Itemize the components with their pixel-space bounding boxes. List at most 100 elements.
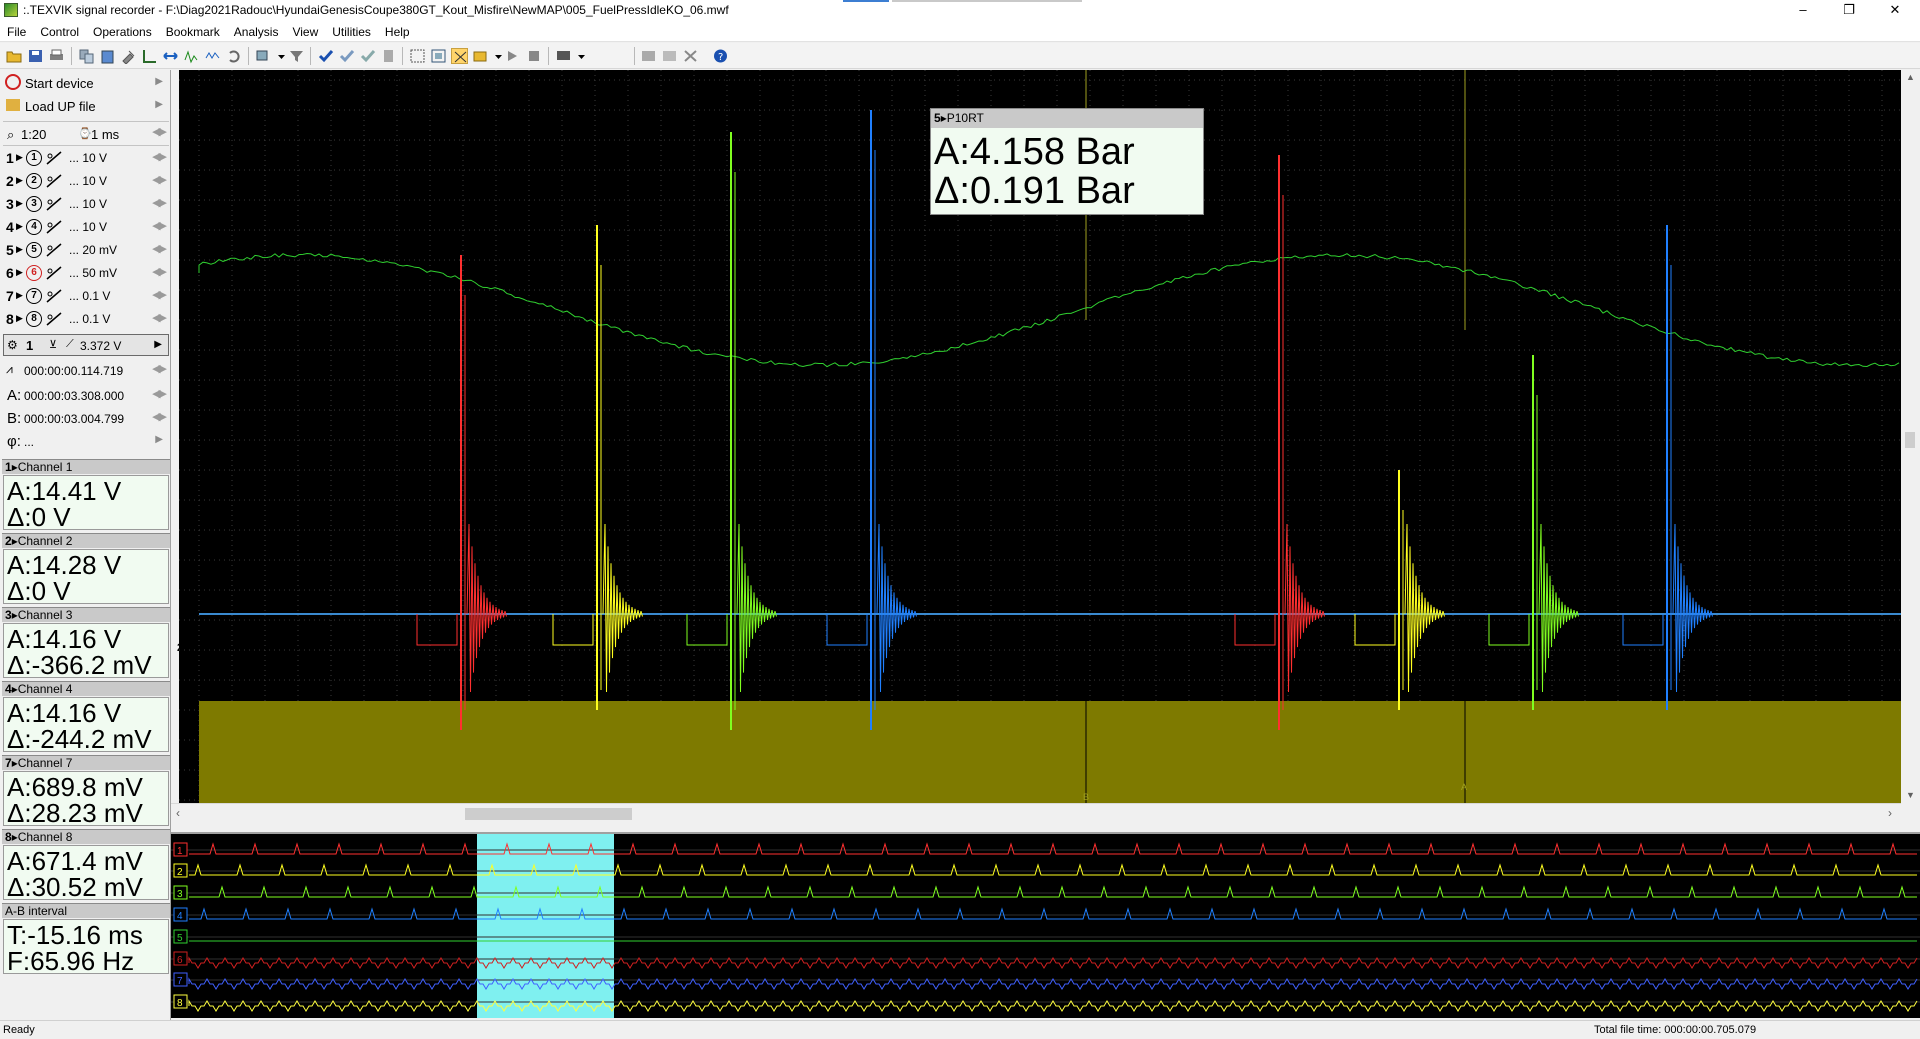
overview-channel-label[interactable]: 6: [177, 955, 183, 966]
phase-row[interactable]: φ: ... ▶: [3, 430, 169, 453]
slope-icon[interactable]: [44, 172, 64, 190]
slope-icon[interactable]: [44, 310, 64, 328]
adjust-arrows-icon[interactable]: ◀▶: [152, 196, 165, 209]
hammer-icon[interactable]: [120, 48, 137, 64]
check-icon[interactable]: [317, 48, 334, 64]
channel-circle-icon[interactable]: 4: [26, 219, 42, 235]
adjust-arrows-icon[interactable]: ◀▶: [152, 362, 165, 375]
restore-button[interactable]: ❐: [1826, 0, 1872, 21]
slope-icon[interactable]: [44, 149, 64, 167]
channel-row-4[interactable]: 4 ▶ 4 ... 10 V ◀▶: [3, 216, 169, 239]
slope-icon[interactable]: [44, 287, 64, 305]
channel-disabled-icon[interactable]: 6: [26, 265, 42, 281]
panel-header[interactable]: 7▸Channel 7: [2, 755, 170, 770]
channel-circle-icon[interactable]: 5: [26, 242, 42, 258]
chevron-down-icon[interactable]: [573, 48, 582, 64]
channel-circle-icon[interactable]: 1: [26, 150, 42, 166]
scroll-left-icon[interactable]: ‹: [176, 806, 180, 820]
scroll-right-icon[interactable]: ›: [1888, 806, 1892, 820]
help-icon[interactable]: ?: [712, 48, 729, 64]
menu-operations[interactable]: Operations: [86, 21, 159, 39]
wave-arrow-icon[interactable]: [204, 48, 221, 64]
paste-icon[interactable]: [99, 48, 116, 64]
overview-channel-label[interactable]: 1: [177, 846, 183, 857]
check-all-icon[interactable]: [338, 48, 355, 64]
undo-icon[interactable]: [225, 48, 242, 64]
horizontal-scroll-thumb[interactable]: [465, 808, 632, 820]
adjust-arrows-icon[interactable]: ◀▶: [152, 288, 165, 301]
menu-analysis[interactable]: Analysis: [227, 21, 286, 39]
check-gray-icon[interactable]: [359, 48, 376, 64]
channel-row-1[interactable]: 1 ▶ 1 ... 10 V ◀▶: [3, 147, 169, 170]
channel-row-7[interactable]: 7 ▶ 7 ... 0.1 V ◀▶: [3, 285, 169, 308]
scroll-down-icon[interactable]: ▼: [1906, 790, 1915, 800]
copy-icon[interactable]: [78, 48, 95, 64]
channel-row-2[interactable]: 2 ▶ 2 ... 10 V ◀▶: [3, 170, 169, 193]
bookmark-icon[interactable]: [472, 48, 489, 64]
overview-channel-label[interactable]: 8: [177, 998, 183, 1009]
channel-row-5[interactable]: 5 ▶ 5 ... 20 mV ◀▶: [3, 239, 169, 262]
channel-circle-icon[interactable]: 2: [26, 173, 42, 189]
horizontal-scrollbar[interactable]: ‹ ›: [171, 803, 1901, 823]
scroll-up-icon[interactable]: ▲: [1906, 72, 1915, 82]
channel-circle-icon[interactable]: 8: [26, 311, 42, 327]
channel-circle-icon[interactable]: 7: [26, 288, 42, 304]
page-icon[interactable]: [380, 48, 397, 64]
filter-icon[interactable]: [288, 48, 305, 64]
panel-header[interactable]: 2▸Channel 2: [2, 533, 170, 548]
vertical-scrollbar[interactable]: ▲ ▼: [1901, 70, 1920, 803]
print-icon[interactable]: [48, 48, 65, 64]
menu-help[interactable]: Help: [378, 21, 417, 39]
channel-row-3[interactable]: 3 ▶ 3 ... 10 V ◀▶: [3, 193, 169, 216]
panel-header[interactable]: A-B interval: [2, 903, 170, 918]
close-window-icon[interactable]: [682, 48, 699, 64]
waveform-icon[interactable]: [183, 48, 200, 64]
overview-channel-label[interactable]: 5: [177, 933, 183, 944]
overview-canvas[interactable]: 1 2 3 4 5 6 7 8: [171, 834, 1920, 1018]
cursor-a-tag[interactable]: A: [1461, 782, 1467, 792]
window-icon[interactable]: [640, 48, 657, 64]
channel-5-readout[interactable]: 5▸P10RT A:4.158 Bar Δ:0.191 Bar: [930, 108, 1204, 215]
menu-bookmark[interactable]: Bookmark: [159, 21, 227, 39]
minimize-button[interactable]: –: [1780, 0, 1826, 21]
adjust-arrows-icon[interactable]: ◀▶: [152, 242, 165, 255]
adjust-arrows-icon[interactable]: ◀▶: [152, 265, 165, 278]
panel-header[interactable]: 8▸Channel 8: [2, 829, 170, 844]
play-icon[interactable]: [505, 48, 522, 64]
axis-icon[interactable]: [141, 48, 158, 64]
window2-icon[interactable]: [661, 48, 678, 64]
cursor-b-row[interactable]: B: 000:00:03.004.799 ◀▶: [3, 407, 169, 430]
adjust-arrows-icon[interactable]: ◀▶: [152, 410, 165, 423]
overview-channel-label[interactable]: 7: [177, 976, 183, 987]
adjust-arrows-icon[interactable]: ◀▶: [152, 219, 165, 232]
adjust-arrows-icon[interactable]: ◀▶: [152, 150, 165, 163]
cursor-b-tag[interactable]: B: [1083, 792, 1089, 802]
channel-circle-icon[interactable]: 3: [26, 196, 42, 212]
channel-row-8[interactable]: 8 ▶ 8 ... 0.1 V ◀▶: [3, 308, 169, 331]
save-icon[interactable]: [27, 48, 44, 64]
menu-view[interactable]: View: [285, 21, 325, 39]
zoom-timebase-row[interactable]: ⌕ 1:20 ⌚ 1 ms ◀▶: [3, 121, 169, 146]
slope-icon[interactable]: [44, 264, 64, 282]
start-device-button[interactable]: Start device ▶: [3, 72, 169, 95]
overview-strip[interactable]: 1 2 3 4 5 6 7 8: [171, 832, 1920, 1018]
panel-header[interactable]: 1▸Channel 1: [2, 459, 170, 474]
panel-header[interactable]: 3▸Channel 3: [2, 607, 170, 622]
close-button[interactable]: ✕: [1872, 0, 1918, 21]
open-folder-icon[interactable]: [6, 48, 23, 64]
load-up-file-button[interactable]: Load UP file ▶: [3, 95, 169, 118]
overview-channel-label[interactable]: 4: [177, 911, 183, 922]
adjust-arrows-icon[interactable]: ◀▶: [152, 387, 165, 400]
overview-channel-label[interactable]: 3: [177, 889, 183, 900]
zoom-area-icon[interactable]: [430, 48, 447, 64]
display-icon[interactable]: [555, 48, 572, 64]
adjust-arrows-icon[interactable]: ◀▶: [152, 311, 165, 324]
stop-icon[interactable]: [526, 48, 543, 64]
grid-toggle-icon[interactable]: [451, 48, 468, 64]
menu-file[interactable]: File: [0, 21, 33, 39]
slope-icon[interactable]: [44, 218, 64, 236]
chevron-down-icon[interactable]: [273, 48, 282, 64]
cursor-a-row[interactable]: A: 000:00:03.308.000 ◀▶: [3, 384, 169, 407]
menu-utilities[interactable]: Utilities: [325, 21, 378, 39]
fit-icon[interactable]: [409, 48, 426, 64]
